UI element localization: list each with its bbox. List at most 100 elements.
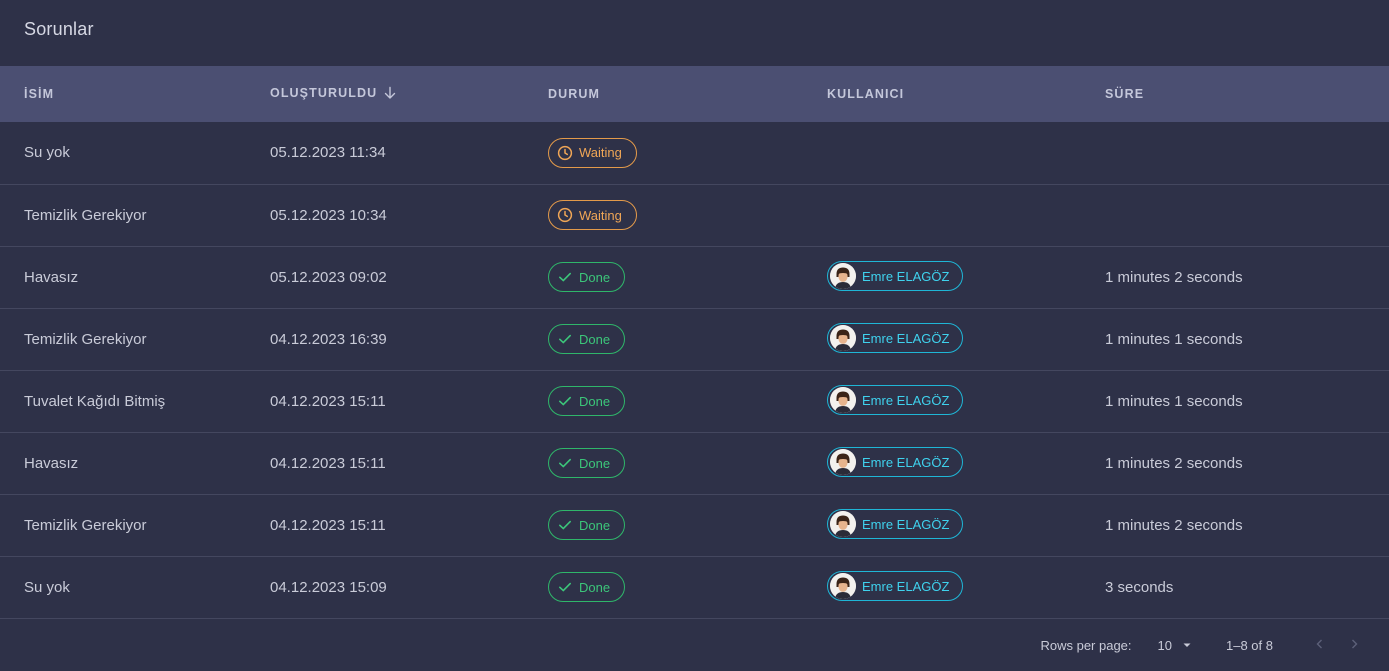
cell-duration xyxy=(1105,184,1389,246)
table-body: Su yok 05.12.2023 11:34 Waiting Temizlik Ge… xyxy=(0,122,1389,618)
status-badge: Done xyxy=(548,572,626,602)
cell-created: 04.12.2023 15:09 xyxy=(270,578,387,596)
pagination: Rows per page: 10 1–8 of 8 xyxy=(0,619,1389,671)
cell-name: Temizlik Gerekiyor xyxy=(24,330,147,348)
cell-name: Tuvalet Kağıdı Bitmiş xyxy=(24,392,166,410)
table-row[interactable]: Su yok 04.12.2023 15:09 Done Emre ELAGÖZ 3 s… xyxy=(0,556,1389,618)
column-header-status[interactable]: DURUM xyxy=(548,66,827,122)
issues-panel: Sorunlar İSİM OLUŞTURULDU DURUM KULLANIC… xyxy=(0,0,1389,671)
table-row[interactable]: Temizlik Gerekiyor 04.12.2023 15:11 Done Em… xyxy=(0,494,1389,556)
issues-table: İSİM OLUŞTURULDU DURUM KULLANICI SÜRE Su… xyxy=(0,66,1389,619)
pagination-range: 1–8 of 8 xyxy=(1226,637,1273,653)
page-title: Sorunlar xyxy=(24,19,94,39)
cell-duration xyxy=(1105,122,1389,184)
cell-created: 04.12.2023 16:39 xyxy=(270,330,387,348)
check-icon xyxy=(557,331,573,347)
cell-status: Done xyxy=(548,308,827,370)
user-name: Emre ELAGÖZ xyxy=(862,578,950,594)
avatar xyxy=(830,263,856,289)
cell-name: Temizlik Gerekiyor xyxy=(24,516,147,534)
avatar xyxy=(830,449,856,475)
cell-user: Emre ELAGÖZ xyxy=(827,308,1105,370)
cell-name: Havasız xyxy=(24,268,79,286)
table-row[interactable]: Temizlik Gerekiyor 04.12.2023 16:39 Done Em… xyxy=(0,308,1389,370)
check-icon xyxy=(557,517,573,533)
status-label: Done xyxy=(579,517,611,533)
cell-user xyxy=(827,122,1105,184)
avatar xyxy=(830,573,856,599)
cell-status: Done xyxy=(548,432,827,494)
cell-status: Done xyxy=(548,556,827,618)
table-row[interactable]: Havasız 04.12.2023 15:11 Done Emre ELAGÖZ 1 … xyxy=(0,432,1389,494)
cell-created: 05.12.2023 11:34 xyxy=(270,144,386,162)
cell-created: 04.12.2023 15:11 xyxy=(270,516,386,534)
column-header-created-label: OLUŞTURULDU xyxy=(270,85,378,100)
user-chip[interactable]: Emre ELAGÖZ xyxy=(827,571,964,601)
cell-status: Done xyxy=(548,494,827,556)
avatar xyxy=(830,325,856,351)
rows-per-page-label: Rows per page: xyxy=(1040,637,1132,653)
table-row[interactable]: Su yok 05.12.2023 11:34 Waiting xyxy=(0,122,1389,184)
rows-per-page-value: 10 xyxy=(1157,637,1172,653)
cell-user: Emre ELAGÖZ xyxy=(827,494,1105,556)
status-label: Done xyxy=(579,455,611,471)
caret-down-icon xyxy=(1182,638,1192,653)
status-label: Waiting xyxy=(579,145,622,161)
user-name: Emre ELAGÖZ xyxy=(862,392,950,408)
rows-per-page-select[interactable]: 10 xyxy=(1158,638,1192,653)
status-badge: Waiting xyxy=(548,200,637,230)
cell-user: Emre ELAGÖZ xyxy=(827,556,1105,618)
chevron-right-icon xyxy=(1348,638,1360,653)
cell-name: Havasız xyxy=(24,454,79,472)
avatar xyxy=(830,387,856,413)
check-icon xyxy=(557,579,573,595)
cell-duration: 1 minutes 2 seconds xyxy=(1105,454,1243,472)
user-name: Emre ELAGÖZ xyxy=(862,454,950,470)
cell-duration: 1 minutes 2 seconds xyxy=(1105,268,1243,286)
clock-icon xyxy=(557,145,573,161)
cell-name: Su yok xyxy=(24,144,70,162)
cell-created: 04.12.2023 15:11 xyxy=(270,454,386,472)
status-badge: Done xyxy=(548,448,626,478)
table-row[interactable]: Havasız 05.12.2023 09:02 Done Emre ELAGÖZ 1 … xyxy=(0,246,1389,308)
status-badge: Done xyxy=(548,262,626,292)
check-icon xyxy=(557,393,573,409)
user-name: Emre ELAGÖZ xyxy=(862,268,950,284)
column-header-created[interactable]: OLUŞTURULDU xyxy=(270,66,548,122)
cell-name: Su yok xyxy=(24,578,70,596)
user-chip[interactable]: Emre ELAGÖZ xyxy=(827,509,964,539)
arrow-down-icon[interactable] xyxy=(383,86,397,103)
cell-status: Done xyxy=(548,246,827,308)
column-header-name[interactable]: İSİM xyxy=(0,66,270,122)
check-icon xyxy=(557,455,573,471)
column-header-user[interactable]: KULLANICI xyxy=(827,66,1105,122)
user-chip[interactable]: Emre ELAGÖZ xyxy=(827,323,964,353)
user-chip[interactable]: Emre ELAGÖZ xyxy=(827,261,964,291)
cell-duration: 1 minutes 2 seconds xyxy=(1105,516,1243,534)
previous-page-button[interactable] xyxy=(1303,638,1337,653)
cell-user: Emre ELAGÖZ xyxy=(827,370,1105,432)
status-label: Done xyxy=(579,579,611,595)
cell-user xyxy=(827,184,1105,246)
table-row[interactable]: Tuvalet Kağıdı Bitmiş 04.12.2023 15:11 Don… xyxy=(0,370,1389,432)
cell-user: Emre ELAGÖZ xyxy=(827,246,1105,308)
status-label: Done xyxy=(579,393,611,409)
cell-duration: 3 seconds xyxy=(1105,578,1174,596)
cell-duration: 1 minutes 1 seconds xyxy=(1105,330,1243,348)
table-row[interactable]: Temizlik Gerekiyor 05.12.2023 10:34 Waitin… xyxy=(0,184,1389,246)
next-page-button[interactable] xyxy=(1337,638,1371,653)
column-header-duration[interactable]: SÜRE xyxy=(1105,66,1389,122)
user-chip[interactable]: Emre ELAGÖZ xyxy=(827,447,964,477)
clock-icon xyxy=(557,207,573,223)
cell-name: Temizlik Gerekiyor xyxy=(24,206,147,224)
user-chip[interactable]: Emre ELAGÖZ xyxy=(827,385,964,415)
user-name: Emre ELAGÖZ xyxy=(862,330,950,346)
cell-created: 05.12.2023 10:34 xyxy=(270,206,387,224)
status-label: Done xyxy=(579,331,611,347)
avatar xyxy=(830,511,856,537)
status-badge: Waiting xyxy=(548,137,637,168)
cell-status: Done xyxy=(548,370,827,432)
cell-status: Waiting xyxy=(548,122,827,184)
user-name: Emre ELAGÖZ xyxy=(862,516,950,532)
chevron-left-icon xyxy=(1314,638,1326,653)
